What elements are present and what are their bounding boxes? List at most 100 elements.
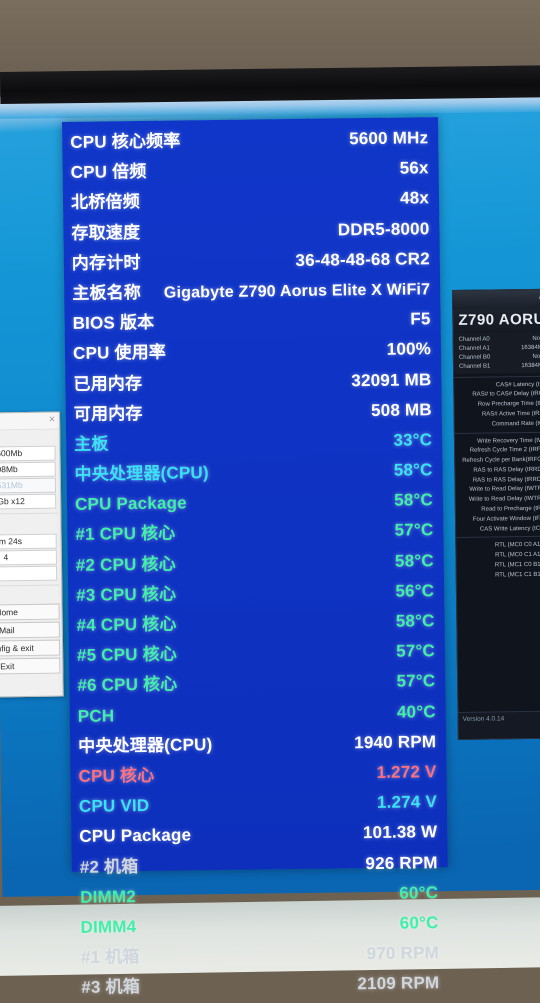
- sensor-value: 508 MB: [370, 399, 432, 420]
- sensor-row: CPU 使用率 100%: [73, 335, 431, 370]
- sensor-value: 40°C: [396, 701, 436, 722]
- load-config-and-exit-button[interactable]: d config & exit: [0, 639, 61, 657]
- sensor-label: #1 CPU 核心: [75, 523, 176, 545]
- tm5-memory-label: ory: [0, 432, 55, 446]
- sensor-label: CPU Package: [79, 825, 192, 847]
- sensor-row: #5 CPU 核心 57°C: [77, 636, 435, 671]
- divider: [456, 536, 540, 539]
- sensor-row: CPU 核心 1.272 V: [78, 757, 436, 792]
- sensor-label: 已用内存: [73, 373, 143, 394]
- sensor-row: #6 CPU 核心 57°C: [77, 667, 435, 702]
- home-button[interactable]: Home: [0, 603, 60, 621]
- sensor-label: CPU 倍频: [70, 162, 147, 183]
- sensor-row: 主板名称 Gigabyte Z790 Aorus Elite X WiFi7: [72, 274, 430, 309]
- sensor-label: #3 机箱: [81, 977, 141, 998]
- sensor-label: #3 CPU 核心: [76, 584, 177, 605]
- bios-footer: Version 4.0.14: [458, 710, 540, 739]
- sensor-row: CPU Package 58°C: [75, 485, 433, 520]
- sensor-label: DIMM2: [80, 886, 137, 907]
- sensor-label: PCH: [77, 705, 115, 726]
- tm5-status-section: Status 21m 24s 4: [0, 518, 61, 582]
- sensor-value: F5: [410, 309, 431, 329]
- sensor-row: PCH 40°C: [78, 697, 436, 732]
- bios-board-title: Z790 AORU: [453, 307, 540, 333]
- bios-channel-list: Channel A0 None Channel A1 16384MB Chann…: [453, 331, 540, 374]
- mail-button[interactable]: Mail: [0, 621, 60, 639]
- sensor-label: CPU 核心: [78, 765, 155, 786]
- sensor-row: #1 机箱 970 RPM: [81, 938, 439, 973]
- sensor-label: 北桥倍频: [70, 192, 140, 213]
- sensor-row: 北桥倍频 48x: [71, 184, 429, 219]
- sensor-value: 926 RPM: [365, 852, 438, 873]
- sensor-value: 58°C: [394, 550, 434, 571]
- sensor-label: CPU Package: [74, 493, 187, 515]
- bios-corner-label: AS: [453, 289, 540, 309]
- sensor-row: CPU Package 101.38 W: [79, 817, 437, 852]
- channel-name: Channel A0: [458, 336, 490, 343]
- sensor-row: DIMM4 60°C: [80, 908, 438, 943]
- divider: [0, 512, 59, 515]
- sensor-value: 33°C: [393, 430, 433, 450]
- sensor-row: 内存计时 36-48-48-68 CR2: [72, 244, 430, 279]
- sensor-row: CPU 倍频 56x: [70, 153, 429, 188]
- close-icon[interactable]: ×: [49, 414, 56, 427]
- bios-rtl-row[interactable]: RTL (MC1 C1 B1/B2): [457, 569, 540, 580]
- sensor-row: #3 CPU 核心 56°C: [76, 576, 434, 611]
- sensor-value: 32091 MB: [351, 369, 432, 390]
- sensor-value: 48x: [399, 188, 430, 208]
- sensor-label: 可用内存: [73, 403, 143, 424]
- sensor-label: #2 CPU 核心: [75, 554, 176, 575]
- sensor-label: 中央处理器(CPU): [74, 463, 209, 484]
- divider: [454, 431, 540, 434]
- sensor-row: 中央处理器(CPU) 58°C: [74, 455, 432, 490]
- sensor-row: #2 机箱 926 RPM: [80, 848, 438, 883]
- tm5-memory-field: 37531Mb: [0, 477, 57, 494]
- sensor-value: 36-48-48-68 CR2: [295, 248, 430, 270]
- tm5-titlebar[interactable]: ×: [0, 412, 60, 431]
- bios-timing-row[interactable]: CAS Write Latency (tCWL): [456, 523, 540, 534]
- sensor-value: 2109 RPM: [357, 973, 440, 994]
- sensor-value: 970 RPM: [366, 943, 440, 964]
- sensor-label: #1 机箱: [80, 947, 140, 967]
- sensor-row: 存取速度 DDR5-8000: [71, 214, 429, 249]
- sensor-row: DIMM2 60°C: [80, 878, 438, 913]
- sensor-value: 56x: [399, 158, 429, 178]
- sensor-label: #2 机箱: [79, 856, 139, 877]
- channel-value: 16384MB: [521, 362, 540, 370]
- bios-memory-window[interactable]: AS Z790 AORU Channel A0 None Channel A1 …: [452, 288, 540, 740]
- sensor-value: 100%: [386, 339, 432, 360]
- tm5-memory-field: 2.4Gb x12: [0, 493, 57, 510]
- tm5-memory-field: 508Mb: [0, 461, 56, 478]
- monitor-bezel: [0, 65, 540, 104]
- sensor-value: 1.274 V: [376, 792, 438, 813]
- sensor-row: 中央处理器(CPU) 1940 RPM: [78, 727, 436, 762]
- sensor-osd-panel: CPU 核心频率 5600 MHz CPU 倍频 56x 北桥倍频 48x 存取速度 DDR5…: [62, 117, 448, 997]
- sensor-value: 5600 MHz: [349, 128, 429, 149]
- bios-timing-row[interactable]: Command Rate (tCR): [455, 419, 540, 430]
- tm5-url-link[interactable]: tmem.tz.ru: [0, 590, 61, 603]
- sensor-value: 60°C: [399, 913, 439, 933]
- channel-name: Channel A1: [458, 345, 490, 352]
- sensor-row: #4 CPU 核心 58°C: [76, 606, 434, 641]
- sensor-value: 60°C: [399, 882, 439, 903]
- sensor-label: 主板名称: [72, 282, 142, 303]
- sensor-label: #6 CPU 核心: [77, 674, 178, 696]
- sensor-value: 56°C: [395, 580, 435, 601]
- sensor-value: 57°C: [394, 520, 434, 541]
- testmem5-window[interactable]: × ory 32600Mb 508Mb 37531Mb 2.4Gb x12 St…: [0, 411, 64, 698]
- sensor-value: 58°C: [393, 460, 433, 480]
- sensor-row: #1 CPU 核心 57°C: [75, 516, 433, 551]
- sensor-value: 1940 RPM: [354, 731, 437, 752]
- channel-value: None: [532, 353, 540, 360]
- sensor-row: 可用内存 508 MB: [74, 395, 432, 430]
- sensor-value: 1.272 V: [376, 762, 437, 782]
- sensor-row: CPU 核心频率 5600 MHz: [70, 123, 428, 158]
- tm5-cycle-field: 4: [0, 549, 57, 566]
- divider: [454, 375, 540, 378]
- bios-version-label: Version 4.0.14: [462, 715, 505, 723]
- sensor-row: #2 CPU 核心 58°C: [76, 546, 434, 581]
- exit-button[interactable]: Exit: [0, 657, 61, 675]
- sensor-label: #4 CPU 核心: [76, 614, 177, 635]
- divider: [0, 584, 60, 587]
- sensor-row: #3 机箱 2109 RPM: [81, 968, 439, 1003]
